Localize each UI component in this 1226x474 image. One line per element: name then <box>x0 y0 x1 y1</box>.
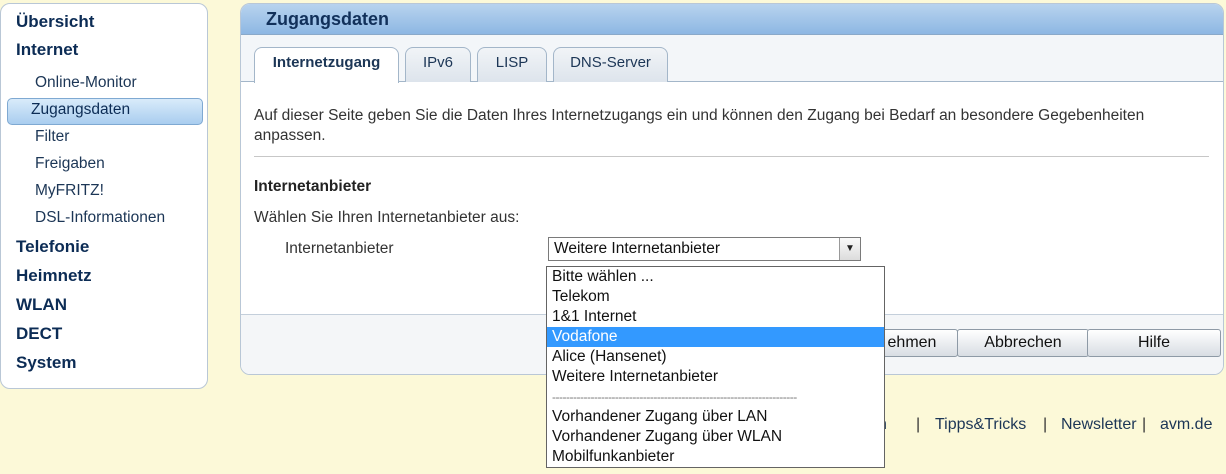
nav-dsl-informationen[interactable]: DSL-Informationen <box>6 206 202 233</box>
nav-filter[interactable]: Filter <box>6 125 202 152</box>
tab-ipv6[interactable]: IPv6 <box>405 47 471 82</box>
dropdown-option[interactable]: Vorhandener Zugang über LAN <box>547 407 884 427</box>
footer-separator: | <box>916 416 921 433</box>
provider-row: Internetanbieter Weitere Internetanbiete… <box>254 237 1209 267</box>
nav-overview[interactable]: Übersicht <box>1 10 207 38</box>
nav-freigaben[interactable]: Freigaben <box>6 152 202 179</box>
provider-select-value: Weitere Internetanbieter <box>554 240 721 257</box>
dropdown-option[interactable]: Bitte wählen ... <box>547 267 884 287</box>
tab-lisp[interactable]: LISP <box>477 47 547 82</box>
internet-submenu: Online-Monitor Zugangsdaten Filter Freig… <box>1 67 207 235</box>
nav-zugangsdaten[interactable]: Zugangsdaten <box>7 98 203 125</box>
section-heading: Internetanbieter <box>254 178 372 195</box>
nav-system[interactable]: System <box>1 351 207 380</box>
dropdown-option[interactable]: Telekom <box>547 287 884 307</box>
chevron-down-icon[interactable]: ▼ <box>839 238 860 260</box>
intro-text: Auf dieser Seite geben Sie die Daten Ihr… <box>254 106 1209 157</box>
tab-dns-server[interactable]: DNS-Server <box>553 47 668 82</box>
tab-bar: Internetzugang IPv6 LISP DNS-Server <box>241 35 1223 83</box>
nav-heimnetz[interactable]: Heimnetz <box>1 264 207 293</box>
instruction-text: Wählen Sie Ihren Internetanbieter aus: <box>254 209 520 226</box>
dropdown-option[interactable]: 1&1 Internet <box>547 307 884 327</box>
sidebar-nav: Übersicht Internet Online-Monitor Zugang… <box>0 3 208 389</box>
dropdown-separator: ----------------------------------------… <box>552 390 797 404</box>
dropdown-option-selected[interactable]: Vodafone <box>547 327 884 347</box>
provider-select[interactable]: Weitere Internetanbieter ▼ <box>548 237 861 261</box>
footer-separator: | <box>1043 416 1048 433</box>
nav-telefonie[interactable]: Telefonie <box>1 235 207 264</box>
dropdown-option[interactable]: Weitere Internetanbieter <box>547 367 884 387</box>
cancel-button[interactable]: Abbrechen <box>957 329 1089 357</box>
dropdown-option[interactable]: Alice (Hansenet) <box>547 347 884 367</box>
footer-separator: | <box>1142 416 1147 433</box>
provider-dropdown-list: Bitte wählen ... Telekom 1&1 Internet Vo… <box>546 266 885 468</box>
content-area: Auf dieser Seite geben Sie die Daten Ihr… <box>241 82 1223 267</box>
page-title: Zugangsdaten <box>241 4 1223 35</box>
nav-wlan[interactable]: WLAN <box>1 293 207 322</box>
nav-internet[interactable]: Internet <box>1 38 207 67</box>
help-button[interactable]: Hilfe <box>1087 329 1221 357</box>
dropdown-option[interactable]: Vorhandener Zugang über WLAN <box>547 427 884 447</box>
footer-link-avm[interactable]: avm.de <box>1160 416 1212 434</box>
nav-myfritz[interactable]: MyFRITZ! <box>6 179 202 206</box>
nav-online-monitor[interactable]: Online-Monitor <box>6 71 202 98</box>
tab-internetzugang[interactable]: Internetzugang <box>254 47 399 83</box>
provider-label: Internetanbieter <box>285 240 394 257</box>
dropdown-option[interactable]: Mobilfunkanbieter <box>547 447 884 467</box>
nav-dect[interactable]: DECT <box>1 322 207 351</box>
footer-link-newsletter[interactable]: Newsletter <box>1061 416 1137 434</box>
footer-link-tipps[interactable]: Tipps&Tricks <box>935 416 1026 434</box>
